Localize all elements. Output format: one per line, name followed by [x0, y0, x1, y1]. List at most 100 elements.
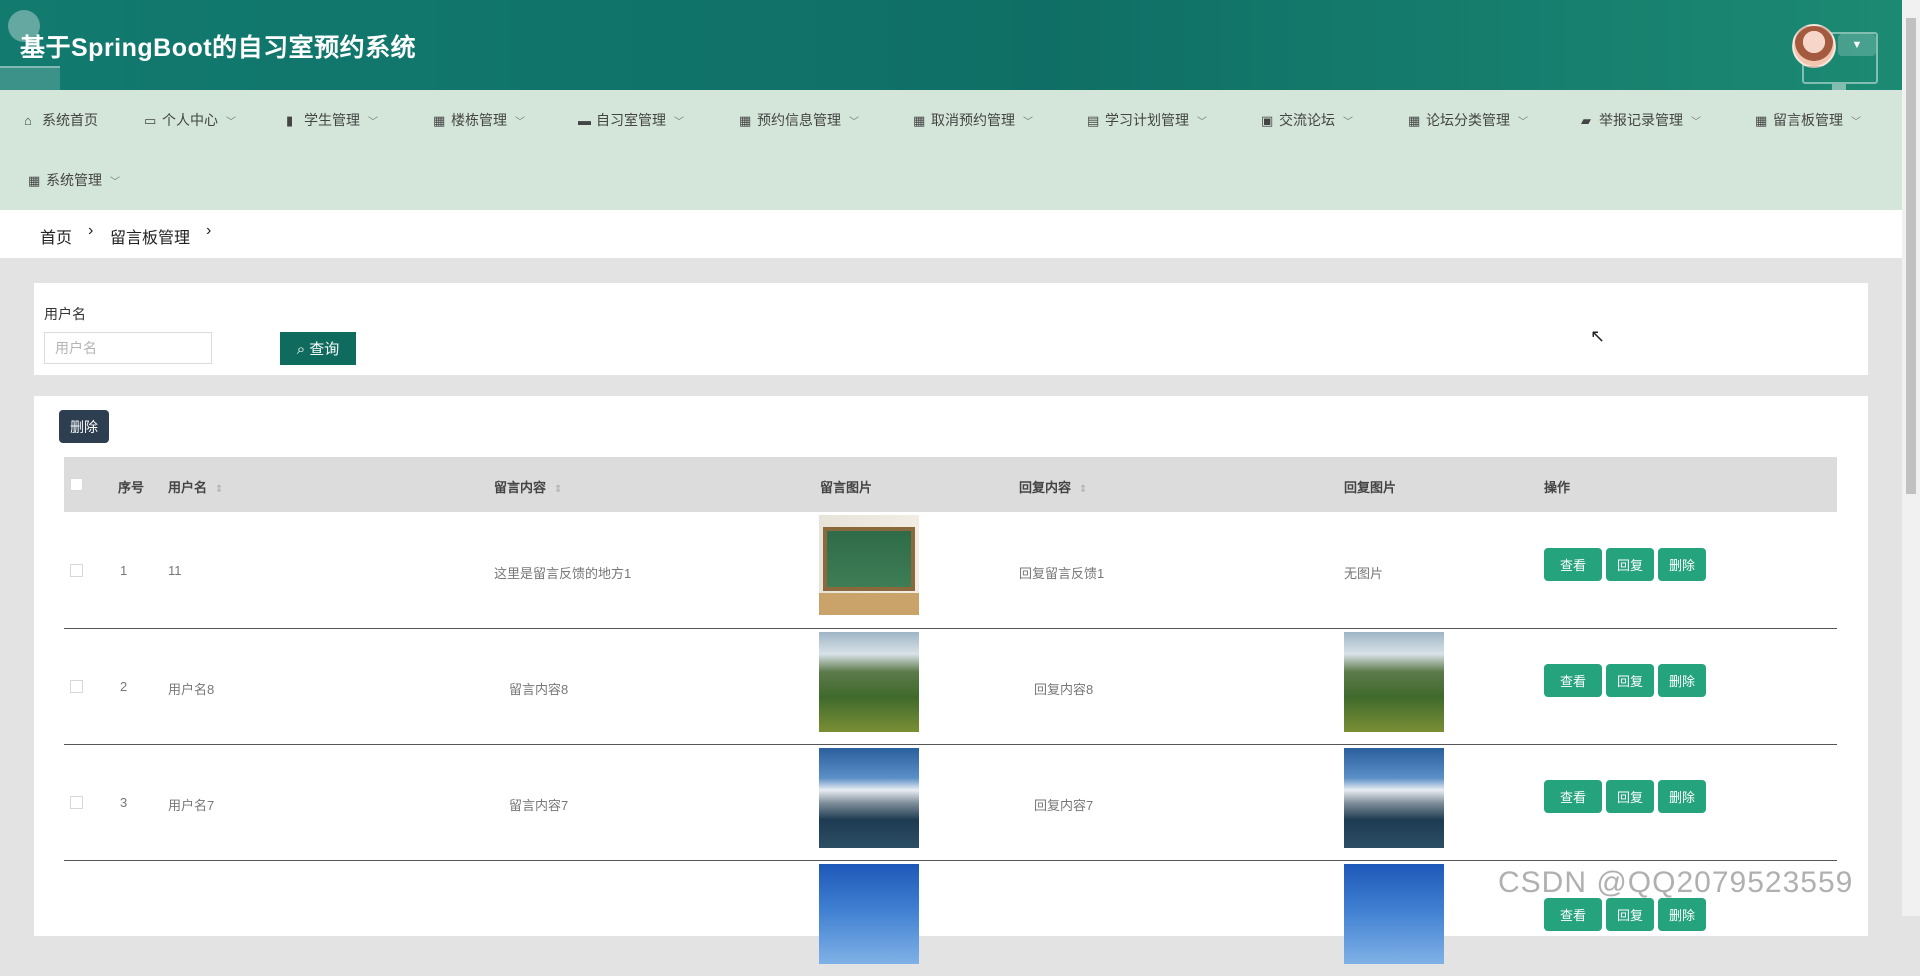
- chevron-down-icon: ﹀: [1518, 117, 1528, 128]
- table-row: 3 用户名7 留言内容7 回复内容7 查看 回复 删除: [64, 744, 1837, 861]
- view-button[interactable]: 查看: [1544, 898, 1602, 931]
- column-actions: 操作: [1544, 480, 1571, 495]
- reply-image-mountain[interactable]: [1344, 748, 1444, 848]
- top-nav: ⌂ 系统首页 ▭ 个人中心 ﹀ ▮ 学生管理 ﹀ ▦ 楼栋管理 ﹀ ▬ 自习室管理 ﹀ ▦ 预约信息…: [0, 90, 1902, 210]
- delete-button[interactable]: 删除: [1658, 664, 1706, 697]
- printer-icon: ▣: [1261, 113, 1274, 128]
- chevron-down-icon: ﹀: [226, 117, 236, 128]
- row-no-image-text: 无图片: [1344, 566, 1384, 581]
- nav-item-cancellations[interactable]: ▦ 取消预约管理 ﹀: [913, 109, 1033, 131]
- row-reply: 回复内容8: [1034, 682, 1094, 697]
- view-button[interactable]: 查看: [1544, 548, 1602, 581]
- row-username: 用户名8: [168, 682, 215, 697]
- sort-icon[interactable]: ⇕: [554, 484, 562, 495]
- search-button[interactable]: ⌕ 查询: [280, 332, 356, 365]
- nav-item-forum-categories[interactable]: ▦ 论坛分类管理 ﹀: [1408, 109, 1528, 131]
- breadcrumb-separator-icon: ›: [206, 222, 212, 239]
- monitor-icon: ▬: [578, 113, 591, 128]
- chevron-down-icon: ﹀: [110, 177, 120, 188]
- chevron-down-icon: ﹀: [368, 117, 378, 128]
- chevron-down-icon: ﹀: [1197, 117, 1207, 128]
- table-header: 序号 用户名 ⇕ 留言内容 ⇕ 留言图片 回复内容 ⇕ 回复图片 操作: [64, 457, 1837, 512]
- chevron-down-icon: ﹀: [1691, 117, 1701, 128]
- message-image-valley[interactable]: [819, 632, 919, 732]
- chevron-down-icon: ▼: [1851, 39, 1863, 51]
- chevron-down-icon: ﹀: [515, 117, 525, 128]
- mouse-cursor-icon: ↖: [1590, 326, 1606, 346]
- nav-item-system[interactable]: ▦ 系统管理 ﹀: [28, 169, 120, 191]
- chevron-down-icon: ﹀: [1023, 117, 1033, 128]
- username-search-input[interactable]: [44, 332, 212, 364]
- row-content: 留言内容8: [509, 682, 569, 697]
- message-image-mountain[interactable]: [819, 748, 919, 848]
- table-panel: 删除 序号 用户名 ⇕ 留言内容 ⇕ 留言图片 回复内容 ⇕ 回复图片 操作 1 11…: [34, 396, 1868, 964]
- table-row: 2 用户名8 留言内容8 回复内容8 查看 回复 删除: [64, 628, 1837, 745]
- column-reply-image: 回复图片: [1344, 480, 1397, 495]
- app-header: 基于SpringBoot的自习室预约系统: [0, 0, 1902, 90]
- reply-image-tropic[interactable]: [1344, 864, 1444, 964]
- reply-button[interactable]: 回复: [1606, 898, 1654, 931]
- row-index: 2: [120, 679, 128, 694]
- search-label: 用户名: [44, 306, 86, 322]
- column-username[interactable]: 用户名 ⇕: [168, 477, 223, 496]
- user-menu-dropdown[interactable]: ▼: [1838, 34, 1876, 56]
- reply-button[interactable]: 回复: [1606, 548, 1654, 581]
- reply-image-valley[interactable]: [1344, 632, 1444, 732]
- grid-icon: ▦: [28, 173, 41, 188]
- chevron-down-icon: ﹀: [1343, 117, 1353, 128]
- calendar-grid-icon: ▦: [913, 113, 926, 128]
- reply-button[interactable]: 回复: [1606, 664, 1654, 697]
- column-image: 留言图片: [820, 480, 873, 495]
- nav-item-buildings[interactable]: ▦ 楼栋管理 ﹀: [433, 109, 525, 131]
- row-index: 3: [120, 795, 128, 810]
- delete-button[interactable]: 删除: [1658, 898, 1706, 931]
- table-row: 1 11 这里是留言反馈的地方1 回复留言反馈1 无图片 查看 回复 删除: [64, 512, 1837, 629]
- sort-icon[interactable]: ⇕: [1079, 484, 1087, 495]
- column-reply[interactable]: 回复内容 ⇕: [1019, 477, 1087, 496]
- breadcrumb-current: 留言板管理: [110, 230, 191, 247]
- view-button[interactable]: 查看: [1544, 664, 1602, 697]
- user-avatar[interactable]: [1792, 24, 1836, 68]
- nav-item-study-plans[interactable]: ▤ 学习计划管理 ﹀: [1087, 109, 1207, 131]
- nav-item-message-board[interactable]: ▦ 留言板管理 ﹀: [1755, 109, 1861, 131]
- card-icon: ▭: [144, 113, 157, 128]
- row-reply: 回复留言反馈1: [1019, 566, 1105, 581]
- watermark: CSDN @QQ2079523559: [1498, 866, 1854, 899]
- grid-icon: ▦: [1755, 113, 1768, 128]
- message-image-tropic[interactable]: [819, 864, 919, 964]
- scrollbar-thumb[interactable]: [1906, 18, 1916, 494]
- chevron-down-icon: ﹀: [849, 117, 859, 128]
- decorative-books: [0, 66, 60, 90]
- view-button[interactable]: 查看: [1544, 780, 1602, 813]
- row-index: 1: [120, 563, 128, 578]
- nav-item-students[interactable]: ▮ 学生管理 ﹀: [286, 109, 378, 131]
- breadcrumb-home[interactable]: 首页: [40, 224, 72, 248]
- nav-item-reservations[interactable]: ▦ 预约信息管理 ﹀: [739, 109, 859, 131]
- column-content[interactable]: 留言内容 ⇕: [494, 477, 562, 496]
- nav-item-home[interactable]: ⌂ 系统首页: [24, 109, 98, 131]
- sort-icon[interactable]: ⇕: [215, 484, 223, 495]
- breadcrumb: 首页 › 留言板管理 ›: [0, 210, 1902, 258]
- row-username: 用户名7: [168, 798, 215, 813]
- nav-item-profile[interactable]: ▭ 个人中心 ﹀: [144, 109, 236, 131]
- vertical-scrollbar[interactable]: [1902, 0, 1920, 916]
- message-image-classroom[interactable]: [819, 515, 919, 615]
- row-checkbox[interactable]: [70, 796, 83, 809]
- nav-item-forum[interactable]: ▣ 交流论坛 ﹀: [1261, 109, 1353, 131]
- delete-button[interactable]: 删除: [1658, 780, 1706, 813]
- row-content: 这里是留言反馈的地方1: [494, 566, 632, 581]
- chevron-down-icon: ﹀: [1851, 117, 1861, 128]
- batch-delete-button[interactable]: 删除: [59, 410, 109, 443]
- home-icon: ⌂: [24, 113, 32, 128]
- clipboard-icon: ▤: [1087, 113, 1100, 128]
- row-checkbox[interactable]: [70, 564, 83, 577]
- reply-button[interactable]: 回复: [1606, 780, 1654, 813]
- row-reply: 回复内容7: [1034, 798, 1094, 813]
- select-all-checkbox[interactable]: [70, 478, 83, 491]
- grid-icon: ▦: [433, 113, 446, 128]
- nav-item-study-rooms[interactable]: ▬ 自习室管理 ﹀: [578, 109, 684, 131]
- nav-item-reports[interactable]: ▰ 举报记录管理 ﹀: [1581, 109, 1701, 131]
- column-index: 序号: [118, 480, 145, 495]
- row-checkbox[interactable]: [70, 680, 83, 693]
- delete-button[interactable]: 删除: [1658, 548, 1706, 581]
